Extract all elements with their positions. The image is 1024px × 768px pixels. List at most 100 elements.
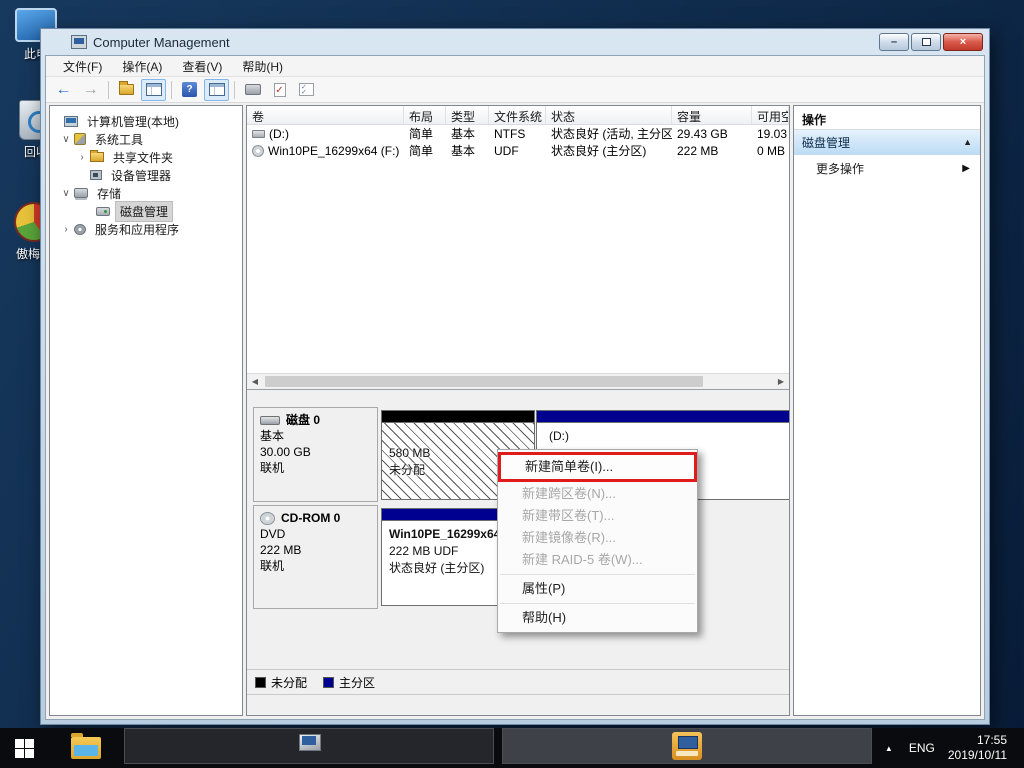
minimize-button[interactable]: – [879,33,909,51]
minimize-icon: – [891,36,897,48]
properties-check-icon: ✓ [274,83,286,97]
column-header-layout[interactable]: 布局 [404,106,446,124]
actions-title: 操作 [794,106,980,130]
up-level-button[interactable] [114,79,139,101]
storage-icon [74,188,88,198]
column-header-free-space[interactable]: 可用空间 [752,106,789,124]
menu-action[interactable]: 操作(A) [113,56,171,77]
computer-icon [64,116,78,127]
menu-help[interactable]: 帮助(H) [233,56,292,77]
taskbar-clock[interactable]: 17:55 2019/10/11 [942,733,1017,763]
menu-item-new-mirrored-volume: 新建镜像卷(R)... [498,527,697,549]
laptop-app-icon [672,732,702,760]
tree-item-device-manager[interactable]: 设备管理器 [50,166,242,184]
file-explorer-icon [71,737,101,759]
forward-icon: → [83,82,99,98]
console-tree-icon [146,83,162,96]
menu-view[interactable]: 查看(V) [173,56,231,77]
tree-item-disk-management[interactable]: 磁盘管理 [50,202,242,220]
partition-legend: 未分配 主分区 [247,669,789,695]
tree-item-services-applications[interactable]: › 服务和应用程序 [50,220,242,238]
taskbar-aomei-app[interactable] [502,728,872,764]
taskbar-computer-management[interactable] [124,728,494,764]
volume-row-d[interactable]: (D:) 简单 基本 NTFS 状态良好 (活动, 主分区) 29.43 GB … [247,125,789,142]
title-bar[interactable]: Computer Management – × [41,29,989,55]
column-header-status[interactable]: 状态 [546,106,672,124]
window-icon [71,35,87,49]
disk-icon [260,416,280,425]
tray-overflow-icon[interactable]: ▲ [876,744,902,753]
horizontal-scrollbar[interactable]: ◀ ▶ [247,373,789,389]
console-tree-toggle-button[interactable] [141,79,166,101]
cdrom-label-box[interactable]: CD-ROM 0 DVD 222 MB 联机 [253,505,378,609]
taskbar: ▲ ENG 17:55 2019/10/11 [0,728,1024,768]
start-button[interactable] [0,728,48,768]
menu-file[interactable]: 文件(F) [54,56,111,77]
forward-button[interactable]: → [78,79,103,101]
tree-item-system-tools[interactable]: ∨ 系统工具 [50,130,242,148]
back-icon: ← [56,82,72,98]
column-header-type[interactable]: 类型 [446,106,489,124]
drive-icon [252,130,265,138]
unallocated-swatch-icon [255,677,266,688]
menu-item-help[interactable]: 帮助(H) [498,607,697,629]
toolbar: ← → ? ✓ ✓ ✓ [46,77,984,103]
services-icon [74,224,86,235]
windows-logo-icon [15,739,34,758]
action-pane-toggle-button[interactable] [204,79,229,101]
console-button[interactable] [240,79,265,101]
menu-separator [500,574,695,575]
language-indicator[interactable]: ENG [902,741,942,755]
chevron-expanded-icon[interactable]: ∨ [60,188,72,199]
column-header-capacity[interactable]: 容量 [672,106,752,124]
help-button[interactable]: ? [177,79,202,101]
device-manager-icon [90,170,102,180]
volume-row-f[interactable]: Win10PE_16299x64 (F:) 简单 基本 UDF 状态良好 (主分… [247,142,789,159]
primary-color-band [537,411,789,423]
collapse-icon[interactable]: ▲ [963,137,972,147]
disk-management-icon [96,207,110,216]
chevron-collapsed-icon[interactable]: › [76,152,88,163]
checklist-icon: ✓ ✓ [299,83,314,96]
actions-group-disk-management[interactable]: 磁盘管理 ▲ [794,130,980,155]
properties-button[interactable]: ✓ [267,79,292,101]
highlight-red-box: 新建简单卷(I)... [498,452,697,482]
column-header-filesystem[interactable]: 文件系统 [489,106,546,124]
console-window-icon [245,84,261,95]
shared-folder-icon [90,152,104,162]
window-title: Computer Management [93,35,230,50]
scroll-right-icon[interactable]: ▶ [773,377,789,386]
console-tree-pane: 计算机管理(本地) ∨ 系统工具 › 共享文件夹 设备管理器 ∨ [49,105,243,716]
more-actions-item[interactable]: 更多操作 ▶ [794,155,980,181]
clock-date: 2019/10/11 [948,748,1007,763]
cd-icon [252,145,264,157]
computer-management-icon [296,734,322,758]
help-icon: ? [182,82,197,97]
tree-item-storage[interactable]: ∨ 存储 [50,184,242,202]
unallocated-color-band [382,411,534,423]
export-list-button[interactable]: ✓ ✓ [294,79,319,101]
close-icon: × [960,36,966,48]
toolbar-separator [171,81,172,99]
menu-item-new-spanned-volume: 新建跨区卷(N)... [498,483,697,505]
menu-item-properties[interactable]: 属性(P) [498,578,697,600]
menu-item-new-simple-volume[interactable]: 新建简单卷(I)... [501,455,694,479]
tree-item-shared-folders[interactable]: › 共享文件夹 [50,148,242,166]
disk0-label-box[interactable]: 磁盘 0 基本 30.00 GB 联机 [253,407,378,502]
tree-item-computer-management[interactable]: 计算机管理(本地) [50,112,242,130]
close-button[interactable]: × [943,33,983,51]
toolbar-separator [108,81,109,99]
column-header-volume[interactable]: 卷 [247,106,404,124]
cdrom-icon [260,512,275,525]
back-button[interactable]: ← [51,79,76,101]
chevron-expanded-icon[interactable]: ∨ [60,134,72,145]
menu-separator [500,603,695,604]
taskbar-file-explorer[interactable] [62,728,110,768]
scrollbar-thumb[interactable] [265,376,703,387]
restore-button[interactable] [911,33,941,51]
scroll-left-icon[interactable]: ◀ [247,377,263,386]
system-tray: ▲ ENG 17:55 2019/10/11 [876,728,1024,768]
restore-icon [922,38,931,46]
chevron-collapsed-icon[interactable]: › [60,224,72,235]
actions-pane: 操作 磁盘管理 ▲ 更多操作 ▶ [793,105,981,716]
